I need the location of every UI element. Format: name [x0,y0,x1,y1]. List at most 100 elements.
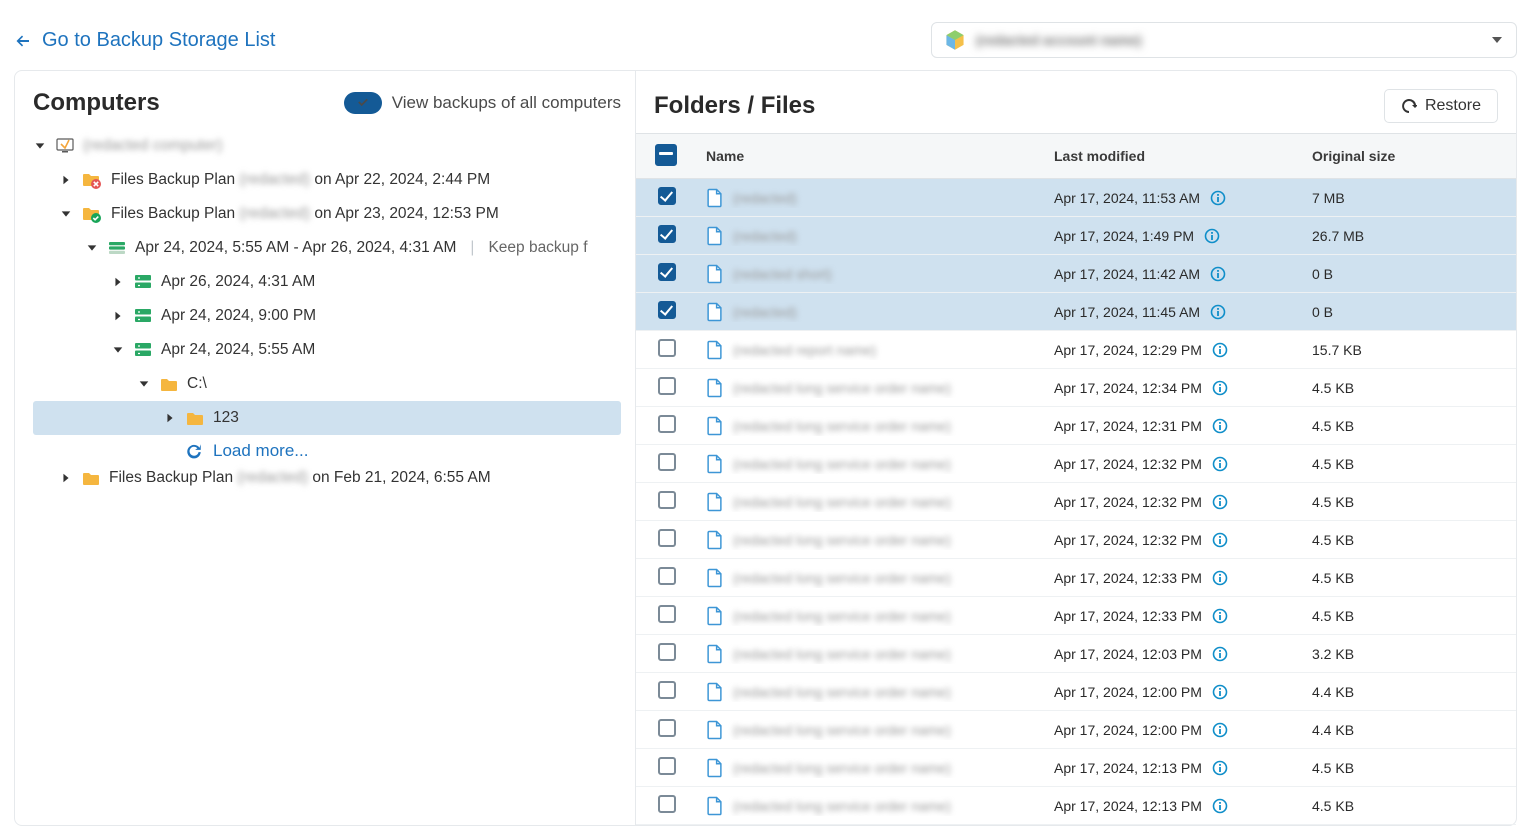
tree-restore-point[interactable]: Apr 24, 2024, 5:55 AM [33,333,621,367]
table-row[interactable]: (redacted long service order name)Apr 17… [636,559,1516,597]
caret-down-icon[interactable] [33,139,47,153]
table-row[interactable]: (redacted)Apr 17, 2024, 1:49 PM26.7 MB [636,217,1516,255]
row-checkbox[interactable] [658,453,676,471]
load-more[interactable]: Load more... [33,441,621,461]
table-row[interactable]: (redacted long service order name)Apr 17… [636,749,1516,787]
caret-down-icon[interactable] [59,207,73,221]
file-name-cell[interactable]: (redacted long service order name) [706,758,1034,778]
info-icon[interactable] [1212,608,1228,624]
file-name-cell[interactable]: (redacted long service order name) [706,454,1034,474]
row-checkbox[interactable] [658,187,676,205]
table-row[interactable]: (redacted long service order name) Apr 17… [636,597,1516,635]
info-icon[interactable] [1204,228,1220,244]
caret-right-icon[interactable] [59,173,73,187]
table-row[interactable]: (redacted long service order name)Apr 17… [636,635,1516,673]
col-modified[interactable]: Last modified [1044,134,1302,179]
info-icon[interactable] [1212,494,1228,510]
file-name-cell[interactable]: (redacted long service order name) [706,530,1034,550]
tree-restore-point[interactable]: Apr 24, 2024, 9:00 PM [33,299,621,333]
info-icon[interactable] [1212,722,1228,738]
table-row[interactable]: (redacted long service order name)Apr 17… [636,369,1516,407]
info-icon[interactable] [1212,570,1228,586]
file-name-cell[interactable]: (redacted long service order name) [706,720,1034,740]
table-row[interactable]: (redacted)Apr 17, 2024, 11:53 AM7 MB [636,179,1516,217]
file-name-cell[interactable]: (redacted long service order name) [706,568,1034,588]
caret-right-icon[interactable] [163,411,177,425]
file-name-cell[interactable]: (redacted long service order name) [706,416,1034,436]
row-checkbox[interactable] [658,719,676,737]
file-size: 0 B [1312,266,1333,282]
table-row[interactable]: (redacted short)Apr 17, 2024, 11:42 AM0 … [636,255,1516,293]
info-icon[interactable] [1212,380,1228,396]
info-icon[interactable] [1212,342,1228,358]
info-icon[interactable] [1210,266,1226,282]
info-icon[interactable] [1212,646,1228,662]
toggle-all-computers[interactable] [344,92,382,114]
info-icon[interactable] [1212,798,1228,814]
row-checkbox[interactable] [658,795,676,813]
row-checkbox[interactable] [658,681,676,699]
tree-plan[interactable]: Files Backup Plan (redacted) on Apr 22, … [33,163,621,197]
row-checkbox[interactable] [658,263,676,281]
file-name-cell[interactable]: (redacted long service order name) [706,378,1034,398]
file-modified: Apr 17, 2024, 12:33 PM [1054,608,1202,624]
tree-drive[interactable]: C:\ [33,367,621,401]
account-selector[interactable]: (redacted account name) [931,22,1517,58]
row-checkbox[interactable] [658,339,676,357]
file-name-cell[interactable]: (redacted) [706,188,1034,208]
restore-button[interactable]: Restore [1384,89,1498,123]
caret-down-icon[interactable] [137,377,151,391]
row-checkbox[interactable] [658,757,676,775]
info-icon[interactable] [1210,190,1226,206]
select-all-checkbox[interactable] [655,144,677,166]
row-checkbox[interactable] [658,377,676,395]
table-row[interactable]: (redacted long service order name) Apr 17… [636,521,1516,559]
table-row[interactable]: (redacted long service order name)Apr 17… [636,711,1516,749]
tree-plan[interactable]: Files Backup Plan (redacted) on Feb 21, … [33,461,621,495]
file-name-cell[interactable]: (redacted long service order name) [706,492,1034,512]
tree-generation[interactable]: Apr 24, 2024, 5:55 AM - Apr 26, 2024, 4:… [33,231,621,265]
file-modified: Apr 17, 2024, 12:32 PM [1054,532,1202,548]
table-row[interactable]: (redacted)Apr 17, 2024, 11:45 AM0 B [636,293,1516,331]
caret-right-icon[interactable] [111,309,125,323]
file-name-cell[interactable]: (redacted long service order name) [706,606,1034,626]
row-checkbox[interactable] [658,529,676,547]
file-name-cell[interactable]: (redacted long service order name) [706,796,1034,816]
row-checkbox[interactable] [658,567,676,585]
tree-restore-point[interactable]: Apr 26, 2024, 4:31 AM [33,265,621,299]
file-icon [706,492,723,512]
table-row[interactable]: (redacted long service order name)Apr 17… [636,407,1516,445]
table-row[interactable]: (redacted long service order name)Apr 17… [636,445,1516,483]
info-icon[interactable] [1212,532,1228,548]
file-name-cell[interactable]: (redacted) [706,302,1034,322]
row-checkbox[interactable] [658,643,676,661]
table-row[interactable]: (redacted long service order name)Apr 17… [636,787,1516,825]
back-link[interactable]: Go to Backup Storage List [14,29,275,52]
file-size: 4.5 KB [1312,456,1354,472]
table-row[interactable]: (redacted long service order name)Apr 17… [636,483,1516,521]
caret-right-icon[interactable] [111,275,125,289]
file-name-cell[interactable]: (redacted short) [706,264,1034,284]
info-icon[interactable] [1212,456,1228,472]
file-name-cell[interactable]: (redacted report name) [706,340,1034,360]
info-icon[interactable] [1212,418,1228,434]
row-checkbox[interactable] [658,605,676,623]
info-icon[interactable] [1212,760,1228,776]
table-row[interactable]: (redacted report name)Apr 17, 2024, 12:2… [636,331,1516,369]
file-name-cell[interactable]: (redacted long service order name) [706,644,1034,664]
col-size[interactable]: Original size [1302,134,1516,179]
caret-down-icon[interactable] [111,343,125,357]
row-checkbox[interactable] [658,415,676,433]
col-name[interactable]: Name [696,134,1044,179]
tree-computer[interactable]: (redacted computer) [33,129,621,163]
caret-down-icon[interactable] [85,241,99,255]
file-size: 4.5 KB [1312,418,1354,434]
row-checkbox[interactable] [658,491,676,509]
tree-folder-selected[interactable]: 123 [33,401,621,435]
row-checkbox[interactable] [658,301,676,319]
row-checkbox[interactable] [658,225,676,243]
info-icon[interactable] [1210,304,1226,320]
caret-right-icon[interactable] [59,471,73,485]
tree-plan[interactable]: Files Backup Plan (redacted) on Apr 23, … [33,197,621,231]
file-name-cell[interactable]: (redacted) [706,226,1034,246]
